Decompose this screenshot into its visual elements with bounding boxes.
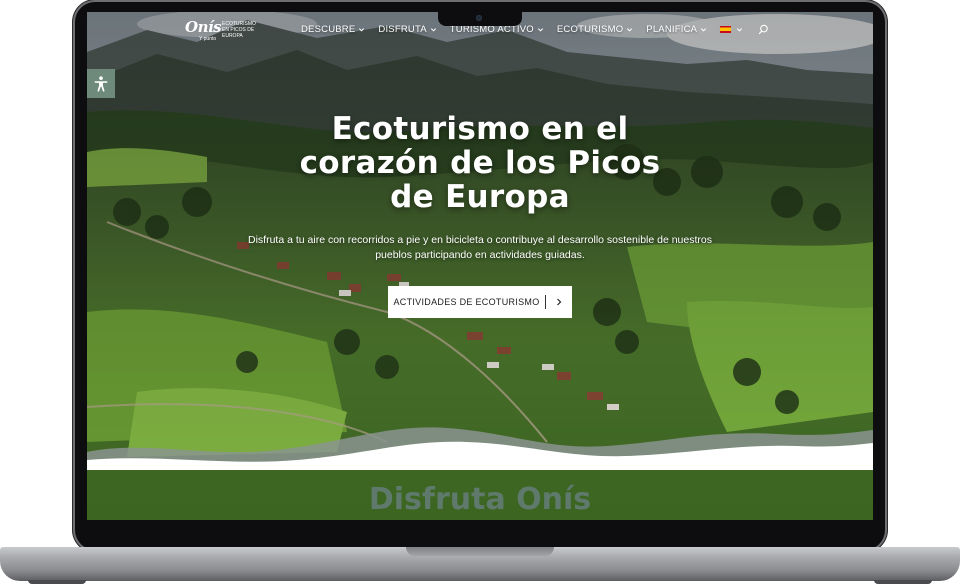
- chevron-down-icon: [430, 26, 437, 33]
- search-icon[interactable]: [758, 24, 769, 35]
- chevron-down-icon: [736, 26, 743, 33]
- nav-item-disfruta[interactable]: DISFRUTA: [378, 24, 436, 35]
- browser-viewport: Onís Y punto ECOTURISMO EN PICOS DE EURO…: [87, 12, 873, 520]
- laptop-base: [0, 547, 960, 581]
- nav-item-planifica[interactable]: PLANIFICA: [646, 24, 707, 35]
- chevron-right-icon: [546, 298, 572, 306]
- nav-label: ECOTURISMO: [556, 24, 624, 35]
- hero-title: Ecoturismo en el corazón de los Picos de…: [87, 112, 873, 214]
- nav-label: DISFRUTA: [378, 24, 427, 35]
- laptop-opening-notch: [406, 547, 554, 556]
- spain-flag-icon: [720, 26, 732, 33]
- wave-divider: [87, 410, 873, 470]
- accessibility-button[interactable]: [87, 69, 115, 98]
- hero-title-line: de Europa: [390, 179, 570, 215]
- cta-label: ACTIVIDADES DE ECOTURISMO: [388, 295, 546, 309]
- nav-label: DESCUBRE: [301, 24, 356, 35]
- nav-item-descubre[interactable]: DESCUBRE: [301, 24, 365, 35]
- logo-subline: Y punto: [199, 36, 217, 42]
- camera-icon: [476, 15, 482, 21]
- nav-label: PLANIFICA: [646, 24, 698, 35]
- nav-item-ecoturismo[interactable]: ECOTURISMO: [557, 24, 633, 35]
- hero-title-line: Ecoturismo en el: [331, 111, 629, 147]
- camera-notch: [438, 12, 522, 26]
- chevron-down-icon: [700, 26, 707, 33]
- laptop-foot: [28, 580, 86, 584]
- laptop-foot: [874, 580, 932, 584]
- section-title: Disfruta Onís: [368, 482, 592, 517]
- chevron-down-icon: [626, 26, 633, 33]
- chevron-down-icon: [537, 26, 544, 33]
- main-menu: DESCUBRE DISFRUTA TURISMO ACTIVO ECOTURI…: [301, 24, 769, 35]
- ecotourism-activities-button[interactable]: ACTIVIDADES DE ECOTURISMO: [388, 286, 572, 318]
- hero-title-line: corazón de los Picos: [299, 145, 661, 181]
- hero-subtitle: Disfruta a tu aire con recorridos a pie …: [248, 234, 712, 261]
- chevron-down-icon: [358, 26, 365, 33]
- language-selector[interactable]: [720, 26, 743, 33]
- logo-wordmark: Onís: [185, 18, 222, 36]
- logo-tagline: ECOTURISMO EN PICOS DE EUROPA: [222, 21, 256, 39]
- accessibility-person-icon: [94, 75, 108, 92]
